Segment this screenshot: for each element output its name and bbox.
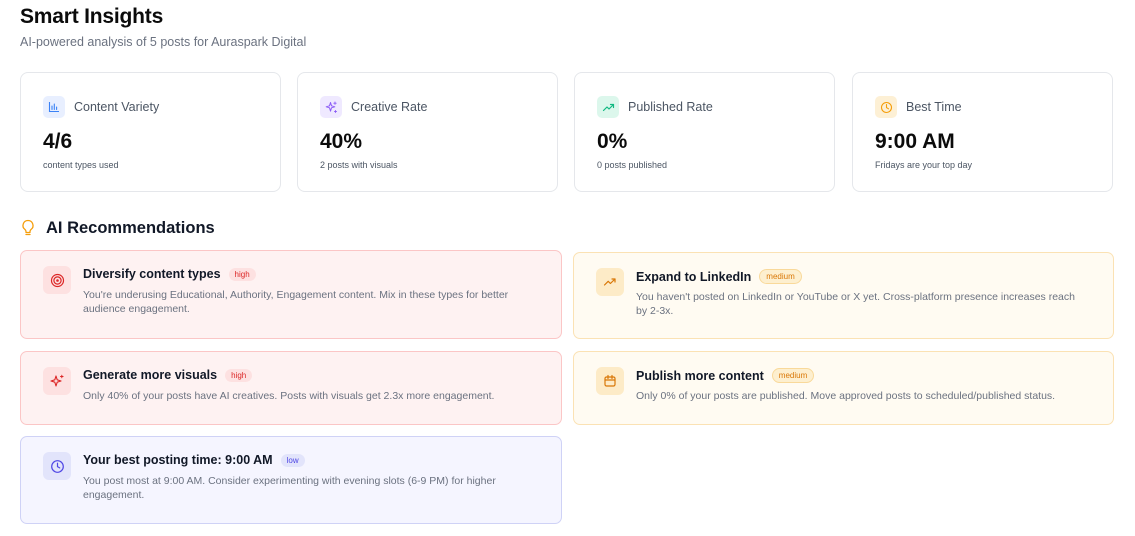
recommendation-title: Diversify content types bbox=[83, 267, 221, 281]
recommendation-description: You post most at 9:00 AM. Consider exper… bbox=[83, 475, 496, 501]
sparkles-icon bbox=[320, 96, 342, 118]
priority-badge: medium bbox=[759, 269, 802, 284]
recommendation-title: Your best posting time: 9:00 AM bbox=[83, 453, 273, 467]
stat-caption: Fridays are your top day bbox=[875, 160, 973, 170]
clock-icon bbox=[43, 452, 71, 480]
clock-icon bbox=[875, 96, 897, 118]
stat-value: 4/6 bbox=[43, 130, 73, 153]
recommendation-title: Publish more content bbox=[636, 368, 764, 383]
page-subtitle: AI-powered analysis of 5 posts for Auras… bbox=[20, 35, 307, 49]
recommendation-card[interactable]: Expand to LinkedIn medium You haven't po… bbox=[573, 252, 1114, 339]
stat-label: Creative Rate bbox=[351, 100, 428, 114]
recommendation-description: Only 0% of your posts are published. Mov… bbox=[636, 390, 1056, 402]
priority-badge: high bbox=[225, 368, 253, 382]
stats-row: Content Variety 4/6 content types used C… bbox=[20, 72, 1114, 194]
stat-label: Content Variety bbox=[74, 100, 160, 114]
sparkles-icon bbox=[43, 367, 71, 395]
stat-card-creative-rate: Creative Rate 40% 2 posts with visuals bbox=[297, 72, 558, 192]
target-icon bbox=[43, 266, 71, 294]
recommendation-description: Only 40% of your posts have AI creatives… bbox=[83, 390, 495, 402]
stat-value: 40% bbox=[320, 130, 363, 153]
stat-caption: content types used bbox=[43, 160, 119, 170]
recommendation-card[interactable]: Your best posting time: 9:00 AM low You … bbox=[20, 436, 562, 524]
stat-value: 9:00 AM bbox=[875, 130, 955, 153]
stat-card-best-time: Best Time 9:00 AM Fridays are your top d… bbox=[852, 72, 1113, 192]
stat-label: Published Rate bbox=[628, 100, 713, 114]
recommendation-card[interactable]: Generate more visuals high Only 40% of y… bbox=[20, 351, 562, 425]
page-title: Smart Insights bbox=[20, 5, 164, 28]
calendar-icon bbox=[596, 367, 624, 395]
recommendation-title: Generate more visuals bbox=[83, 368, 218, 382]
stat-label: Best Time bbox=[906, 100, 962, 114]
trending-up-icon bbox=[596, 268, 624, 296]
priority-badge: medium bbox=[771, 368, 815, 383]
recommendations-header: AI Recommendations bbox=[20, 217, 215, 239]
priority-badge: high bbox=[228, 267, 256, 281]
stat-value: 0% bbox=[597, 130, 628, 153]
recommendation-description: You haven't posted on LinkedIn or YouTub… bbox=[636, 291, 1075, 317]
trending-up-icon bbox=[597, 96, 619, 118]
stat-card-content-variety: Content Variety 4/6 content types used bbox=[20, 72, 281, 192]
stat-caption: 0 posts published bbox=[597, 160, 668, 170]
recommendation-description: You're underusing Educational, Authority… bbox=[83, 289, 509, 315]
recommendations-title: AI Recommendations bbox=[46, 218, 215, 237]
stat-card-published-rate: Published Rate 0% 0 posts published bbox=[574, 72, 835, 192]
priority-badge: low bbox=[280, 453, 305, 467]
recommendation-card[interactable]: Diversify content types high You're unde… bbox=[20, 250, 562, 339]
lightbulb-icon bbox=[20, 218, 36, 238]
stat-caption: 2 posts with visuals bbox=[320, 160, 398, 170]
bar-chart-icon bbox=[43, 96, 65, 118]
recommendation-title: Expand to LinkedIn bbox=[636, 269, 752, 284]
recommendation-card[interactable]: Publish more content medium Only 0% of y… bbox=[573, 351, 1114, 425]
